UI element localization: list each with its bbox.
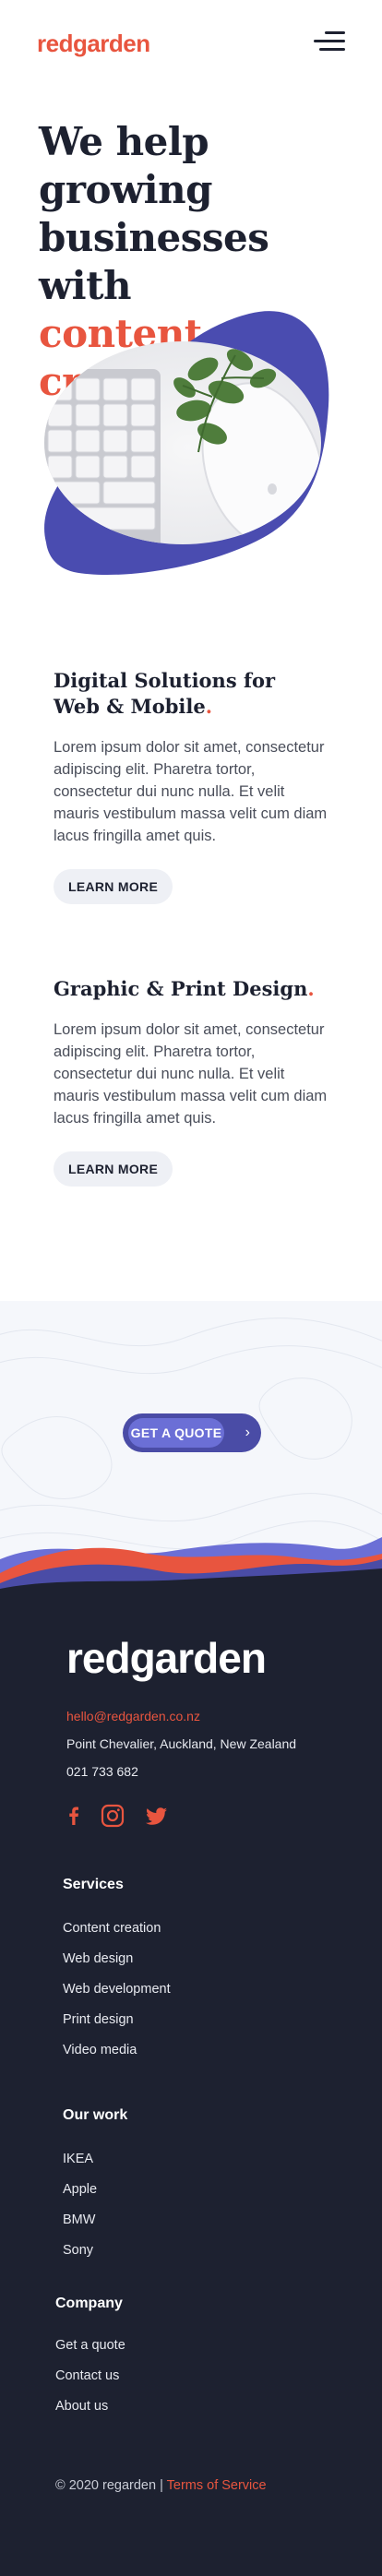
learn-more-button[interactable]: LEARN MORE bbox=[54, 1151, 173, 1187]
footer-link-content-creation[interactable]: Content creation bbox=[63, 1919, 171, 1950]
service-title: Graphic & Print Design. bbox=[54, 976, 330, 1002]
hero-title-line1: We help growing bbox=[39, 119, 213, 212]
facebook-icon[interactable] bbox=[61, 1803, 87, 1829]
title-dot: . bbox=[307, 977, 315, 1000]
footer-link-apple[interactable]: Apple bbox=[63, 2180, 97, 2211]
site-footer: redgarden hello@redgarden.co.nz Point Ch… bbox=[0, 1568, 382, 2576]
footer-address: Point Chevalier, Auckland, New Zealand bbox=[66, 1736, 297, 1751]
service-digital-solutions: Digital Solutions for Web & Mobile. Lore… bbox=[54, 668, 330, 904]
footer-link-ikea[interactable]: IKEA bbox=[63, 2150, 97, 2180]
footer-link-sony[interactable]: Sony bbox=[63, 2241, 97, 2272]
footer-work-heading: Our work bbox=[63, 2107, 128, 2123]
service-graphic-print: Graphic & Print Design. Lorem ipsum dolo… bbox=[54, 976, 330, 1187]
hero-image bbox=[44, 311, 329, 576]
instagram-icon[interactable] bbox=[100, 1803, 125, 1829]
footer-email-link[interactable]: hello@redgarden.co.nz bbox=[66, 1709, 200, 1723]
title-dot: . bbox=[205, 695, 213, 718]
service-title: Digital Solutions for Web & Mobile. bbox=[54, 668, 330, 720]
hero-title-line2: businesses with bbox=[39, 215, 269, 308]
service-title-text: Graphic & Print Design bbox=[54, 977, 308, 1000]
footer-link-print-design[interactable]: Print design bbox=[63, 2010, 171, 2041]
footer-work-list: IKEA Apple BMW Sony bbox=[63, 2150, 97, 2272]
footer-company-list: Get a quote Contact us About us bbox=[55, 2336, 125, 2427]
footer-link-get-a-quote[interactable]: Get a quote bbox=[55, 2336, 125, 2367]
footer-link-web-development[interactable]: Web development bbox=[63, 1980, 171, 2010]
service-description: Lorem ipsum dolor sit amet, consectetur … bbox=[54, 1021, 328, 1127]
footer-link-contact-us[interactable]: Contact us bbox=[55, 2367, 125, 2397]
service-description: Lorem ipsum dolor sit amet, consectetur … bbox=[54, 739, 328, 844]
hamburger-menu-icon[interactable] bbox=[310, 30, 345, 54]
footer-phone: 021 733 682 bbox=[66, 1764, 138, 1779]
copyright: © 2020 regarden | Terms of Service bbox=[55, 2478, 267, 2493]
chevron-right-icon: › bbox=[245, 1425, 250, 1440]
footer-services-heading: Services bbox=[63, 1877, 124, 1892]
get-a-quote-button[interactable]: GET A QUOTE › bbox=[123, 1413, 261, 1452]
get-a-quote-label: GET A QUOTE bbox=[128, 1418, 224, 1448]
footer-wave-decoration bbox=[0, 1537, 382, 1605]
service-title-line2: Web & Mobile bbox=[54, 695, 206, 718]
terms-of-service-link[interactable]: Terms of Service bbox=[167, 2478, 267, 2493]
service-title-line1: Digital Solutions for bbox=[54, 669, 276, 692]
site-header: redgarden bbox=[0, 0, 382, 89]
logo[interactable]: redgarden bbox=[37, 30, 150, 58]
footer-link-video-media[interactable]: Video media bbox=[63, 2041, 171, 2071]
footer-services-list: Content creation Web design Web developm… bbox=[63, 1919, 171, 2071]
footer-link-bmw[interactable]: BMW bbox=[63, 2211, 97, 2241]
twitter-icon[interactable] bbox=[144, 1803, 170, 1829]
footer-link-web-design[interactable]: Web design bbox=[63, 1950, 171, 1980]
copyright-text: © 2020 regarden | bbox=[55, 2478, 163, 2493]
footer-link-about-us[interactable]: About us bbox=[55, 2397, 125, 2427]
footer-logo[interactable]: redgarden bbox=[66, 1633, 267, 1683]
footer-company-heading: Company bbox=[55, 2296, 123, 2311]
learn-more-button[interactable]: LEARN MORE bbox=[54, 869, 173, 904]
